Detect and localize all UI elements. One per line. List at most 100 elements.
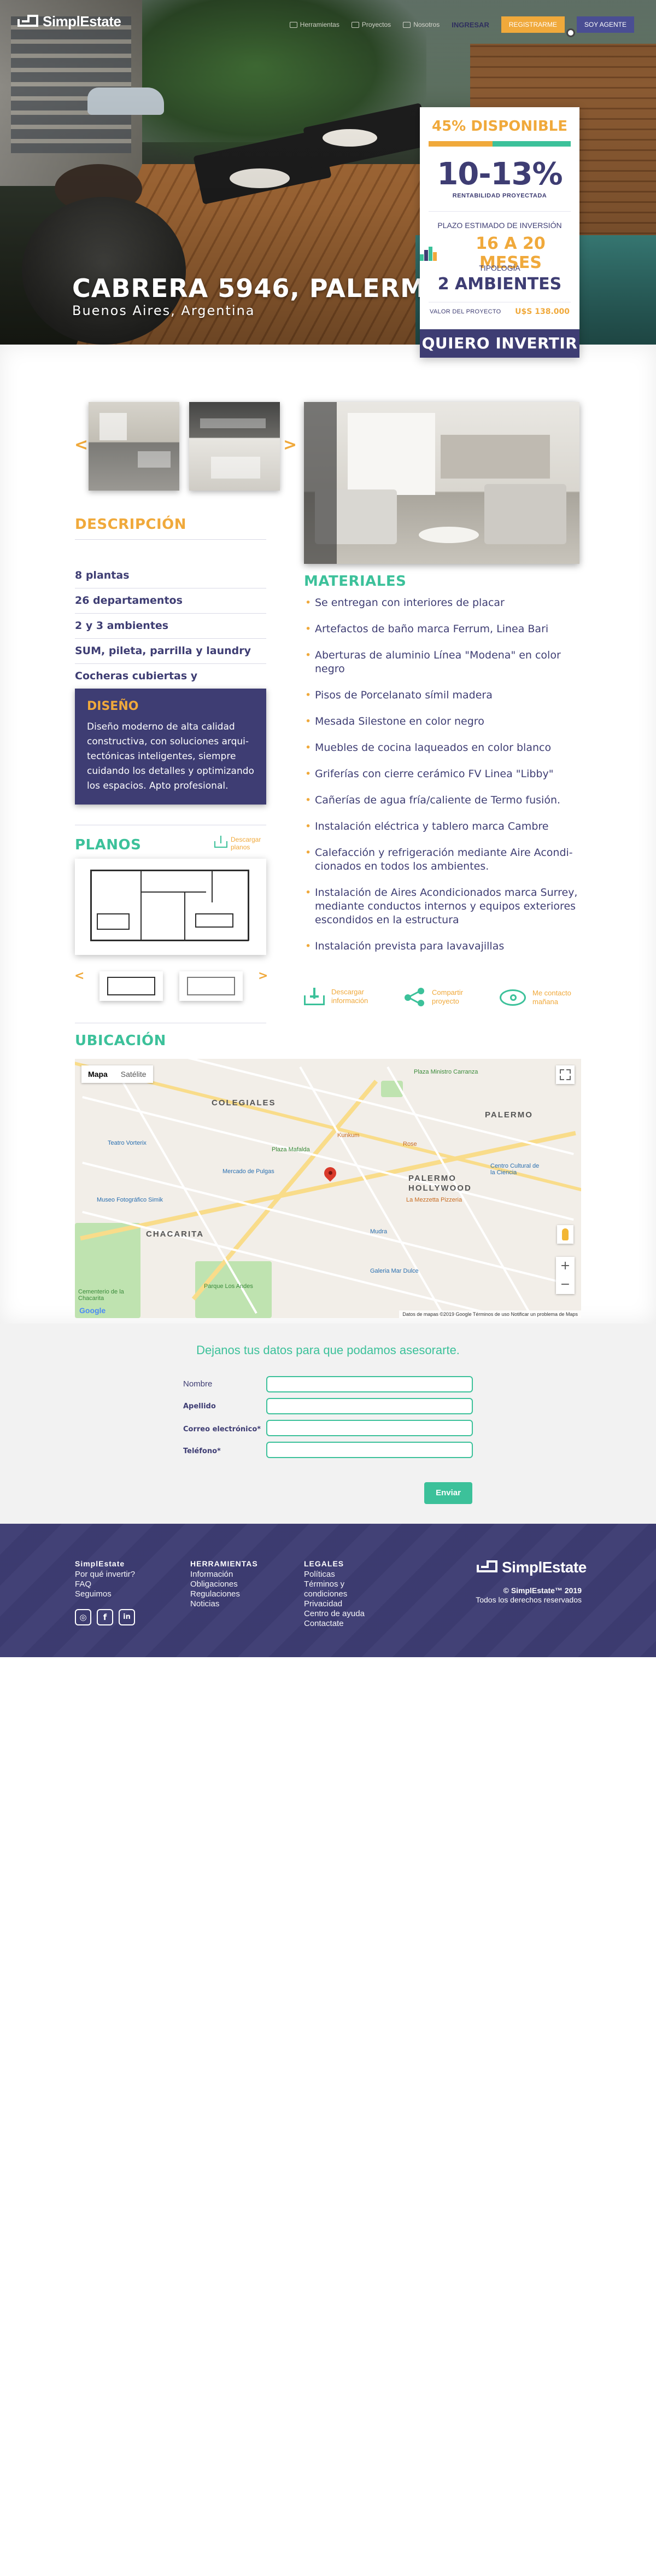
fullscreen-corner	[560, 1076, 564, 1080]
materials-item: Muebles de cocina laqueados en color bla…	[304, 741, 583, 755]
download-info-action[interactable]: Descargar información	[304, 988, 375, 1005]
pegman-figure	[562, 1228, 569, 1240]
zoom-in-button[interactable]: +	[556, 1257, 575, 1275]
materials-item: Instalación prevista para lavavajillas	[304, 940, 583, 953]
contact-tomorrow-action[interactable]: Me contacto mañana	[500, 989, 576, 1006]
gallery-thumbnail[interactable]	[189, 402, 280, 491]
floor-plan-thumbnail[interactable]	[179, 971, 243, 1001]
last-name-field[interactable]	[266, 1398, 473, 1414]
footer-link[interactable]: Centro de ayuda	[304, 1609, 386, 1619]
map-park	[195, 1261, 272, 1318]
brand-logo[interactable]: SimplEstate	[17, 13, 121, 30]
materials-item: Instalación eléctrica y tablero marca Ca…	[304, 820, 583, 834]
divider	[75, 539, 266, 540]
gallery-prev-button[interactable]: <	[74, 435, 88, 454]
download-plans-link[interactable]: Descargar planos	[214, 836, 263, 851]
description-item: SUM, pileta, parrilla y laundry	[75, 639, 266, 664]
share-project-action[interactable]: Compartir proyecto	[405, 988, 471, 1006]
map-label: PALERMO HOLLYWOOD	[408, 1174, 472, 1193]
nav-link-projects[interactable]: Proyectos	[351, 21, 391, 28]
footer-link[interactable]: Seguimos	[75, 1589, 135, 1599]
google-logo: Google	[79, 1306, 106, 1315]
plan-wall	[184, 891, 185, 940]
last-name-label: Apellido	[183, 1402, 216, 1411]
map-label: PALERMO	[485, 1110, 533, 1120]
download-info-label: Descargar información	[331, 988, 368, 1005]
plans-prev-button[interactable]: <	[74, 969, 84, 983]
phone-field[interactable]	[266, 1442, 473, 1458]
project-value-label: VALOR DEL PROYECTO	[430, 308, 501, 315]
location-pin-icon[interactable]	[321, 1164, 339, 1184]
map-label: Plaza Ministro Carranza	[414, 1069, 478, 1075]
footer-heading: SimplEstate	[75, 1559, 125, 1568]
nav-link-label: Herramientas	[300, 21, 339, 28]
footer-link[interactable]: Contactate	[304, 1619, 386, 1629]
footer-link[interactable]: Términos y condiciones	[304, 1580, 386, 1599]
materials-item: Se entregan con interiores de placar	[304, 596, 583, 610]
share-project-label: Compartir proyecto	[432, 988, 464, 1005]
footer-link[interactable]: FAQ	[75, 1580, 135, 1589]
floor-plan-thumbnail[interactable]	[99, 971, 163, 1001]
footer-link[interactable]: Información	[190, 1570, 258, 1580]
returns-label: RENTABILIDAD PROYECTADA	[452, 193, 547, 199]
map-tab-satellite[interactable]: Satélite	[114, 1065, 153, 1083]
zoom-out-button[interactable]: −	[556, 1275, 575, 1294]
nav-link-tools[interactable]: Herramientas	[289, 21, 339, 28]
fullscreen-icon[interactable]	[556, 1065, 575, 1084]
email-field[interactable]	[266, 1420, 473, 1436]
footer-column: HERRAMIENTAS Información Obligaciones Re…	[190, 1559, 258, 1609]
project-title: CABRERA 5946, PALERMO	[72, 273, 448, 303]
floor-plan-image[interactable]	[75, 859, 266, 955]
facebook-icon[interactable]: f	[97, 1609, 113, 1625]
map-label: Plaza Mafalda	[272, 1146, 310, 1153]
footer-heading: LEGALES	[304, 1559, 344, 1568]
nav-link-about[interactable]: Nosotros	[403, 21, 440, 28]
materials-title: MATERIALES	[304, 573, 407, 590]
plan-wall	[234, 977, 235, 995]
map-type-control: Mapa Satélite	[81, 1065, 153, 1083]
footer-link[interactable]: Privacidad	[304, 1599, 386, 1609]
materials-item: Instalación de Aires Acondicionados marc…	[304, 886, 583, 927]
gallery-thumbnail[interactable]	[89, 402, 179, 491]
login-link[interactable]: INGRESAR	[452, 21, 489, 29]
plan-wall	[90, 940, 249, 941]
location-map[interactable]: COLEGIALES PALERMO PALERMO HOLLYWOOD CHA…	[75, 1059, 581, 1318]
project-location: Buenos Aires, Argentina	[72, 303, 255, 318]
download-plans-label: Descargar planos	[231, 836, 261, 851]
footer: SimplEstate Por qué invertir? FAQ Seguim…	[0, 1524, 656, 1657]
brand-name: SimplEstate	[43, 13, 121, 30]
map-attribution[interactable]: Datos de mapas ©2019 Google Términos de …	[399, 1310, 581, 1318]
invest-button[interactable]: QUIERO INVERTIR	[420, 329, 579, 358]
footer-link[interactable]: Obligaciones	[190, 1580, 258, 1589]
design-text: Diseño moderno de alta calidad construct…	[87, 721, 254, 791]
map-label: Teatro Vorterix	[108, 1140, 147, 1146]
footer-heading: HERRAMIENTAS	[190, 1559, 258, 1568]
description-title: DESCRIPCIÓN	[75, 516, 187, 533]
name-field[interactable]	[266, 1376, 473, 1392]
instagram-icon[interactable]: ◎	[75, 1609, 91, 1625]
footer-link[interactable]: Noticias	[190, 1599, 258, 1609]
agent-button[interactable]: SOY AGENTE	[576, 16, 634, 33]
plans-next-button[interactable]: >	[258, 969, 268, 983]
map-tab-map[interactable]: Mapa	[81, 1065, 114, 1083]
plans-title: PLANOS	[75, 837, 142, 853]
materials-item: Griferías con cierre cerámico FV Linea "…	[304, 767, 583, 781]
plan-wall	[90, 870, 249, 871]
linkedin-icon[interactable]: in	[119, 1609, 135, 1625]
map-label: Parque Los Andes	[204, 1283, 253, 1290]
plan-wall	[187, 977, 235, 978]
footer-link[interactable]: Por qué invertir?	[75, 1570, 135, 1580]
eye-icon	[500, 989, 526, 1006]
footer-logo[interactable]: SimplEstate	[477, 1559, 587, 1576]
pegman-icon[interactable]	[557, 1225, 573, 1244]
about-icon	[403, 21, 411, 28]
copyright: © SimplEstate™ 2019 Todos los derechos r…	[465, 1586, 582, 1605]
register-button[interactable]: REGISTRARME	[501, 16, 565, 33]
description-item: 8 plantas	[75, 563, 266, 588]
footer-link[interactable]: Regulaciones	[190, 1589, 258, 1599]
footer-link[interactable]: Políticas	[304, 1570, 386, 1580]
materials-list: Se entregan con interiores de placar Art…	[304, 596, 583, 966]
copyright-line: © SimplEstate™ 2019	[503, 1586, 582, 1595]
gallery-next-button[interactable]: >	[283, 435, 297, 454]
send-button[interactable]: Enviar	[424, 1482, 472, 1504]
